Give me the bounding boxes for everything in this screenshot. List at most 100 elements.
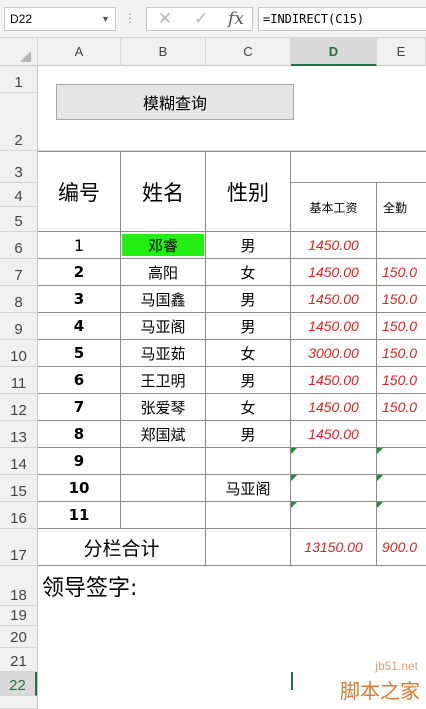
row-header-12[interactable]: 12	[0, 394, 37, 421]
row-header-2[interactable]: 2	[0, 93, 37, 151]
cell-base[interactable]: 1450.00	[291, 286, 377, 313]
name-box[interactable]: D22 ▼	[4, 7, 116, 31]
cell-attend[interactable]: 150.0	[377, 313, 426, 340]
cell-id[interactable]: 6	[38, 367, 121, 394]
insert-function-icon[interactable]: fx	[223, 8, 249, 30]
cell-gender[interactable]: 女	[206, 340, 291, 367]
cell-name[interactable]	[121, 502, 206, 529]
cell-attend[interactable]: 150.0	[377, 367, 426, 394]
cell-gender[interactable]: 女	[206, 259, 291, 286]
chevron-down-icon[interactable]: ▼	[101, 8, 110, 30]
row-header-18[interactable]: 18	[0, 566, 37, 606]
header-id[interactable]: 编号	[38, 151, 121, 232]
cell-gender[interactable]: 男	[206, 367, 291, 394]
subtotal-gender-cell[interactable]	[206, 529, 291, 566]
column-header-b[interactable]: B	[121, 38, 206, 66]
cell-name[interactable]: 张爱琴	[121, 394, 206, 421]
cell-id[interactable]: 11	[38, 502, 121, 529]
cell-name[interactable]: 邓睿	[121, 232, 206, 259]
worksheet-grid[interactable]: 模糊查询 编号 姓名 性别 基本工资 全勤 1 邓睿男 1450.00 2 高阳女 145…	[38, 66, 426, 709]
row-header-6[interactable]: 6	[0, 232, 37, 259]
row-header-13[interactable]: 13	[0, 421, 37, 448]
cell-id[interactable]: 1	[38, 232, 121, 259]
row-header-22[interactable]: 22	[0, 672, 37, 696]
row-header-16[interactable]: 16	[0, 502, 37, 529]
row-header-19[interactable]: 19	[0, 606, 37, 626]
cell-attend[interactable]	[377, 232, 426, 259]
header-base-salary[interactable]: 基本工资	[291, 183, 377, 232]
row-header-15[interactable]: 15	[0, 475, 37, 502]
cell-gender[interactable]	[206, 502, 291, 529]
column-header-e[interactable]: E	[377, 38, 426, 66]
cell-base[interactable]: 1450.00	[291, 313, 377, 340]
row-header-8[interactable]: 8	[0, 286, 37, 313]
cell-attend[interactable]	[377, 475, 426, 502]
column-header-c[interactable]: C	[206, 38, 291, 66]
enter-icon[interactable]: ✓	[189, 8, 213, 30]
row-header-20[interactable]: 20	[0, 626, 37, 648]
cell-base[interactable]: 1450.00	[291, 232, 377, 259]
column-header-a[interactable]: A	[38, 38, 121, 66]
cell-attend[interactable]	[377, 502, 426, 529]
cell-gender[interactable]: 女	[206, 394, 291, 421]
cell-attend[interactable]	[377, 448, 426, 475]
subtotal-base[interactable]: 13150.00	[291, 529, 377, 566]
cell-base[interactable]: 3000.00	[291, 340, 377, 367]
formula-input[interactable]: =INDIRECT(C15)	[258, 7, 426, 31]
cell-id[interactable]: 2	[38, 259, 121, 286]
cell-id[interactable]: 7	[38, 394, 121, 421]
cell-base[interactable]: 1450.00	[291, 367, 377, 394]
cell-name[interactable]: 高阳	[121, 259, 206, 286]
cell-attend[interactable]: 150.0	[377, 259, 426, 286]
row-header-7[interactable]: 7	[0, 259, 37, 286]
cell-name[interactable]: 王卫明	[121, 367, 206, 394]
row-header-3[interactable]: 3	[0, 151, 37, 183]
subtotal-attendance[interactable]: 900.0	[377, 529, 426, 566]
column-header-d[interactable]: D	[291, 38, 377, 66]
row-header-14[interactable]: 14	[0, 448, 37, 475]
cell-id[interactable]: 3	[38, 286, 121, 313]
cell-name[interactable]	[121, 448, 206, 475]
row-header-21[interactable]: 21	[0, 648, 37, 672]
cell-base[interactable]	[291, 448, 377, 475]
cell-name[interactable]: 郑国斌	[121, 421, 206, 448]
cell-base[interactable]	[291, 502, 377, 529]
cell-name[interactable]	[121, 475, 206, 502]
header-attendance[interactable]: 全勤	[377, 183, 426, 232]
header-name[interactable]: 姓名	[121, 151, 206, 232]
cell-base[interactable]: 1450.00	[291, 421, 377, 448]
row-header-11[interactable]: 11	[0, 367, 37, 394]
cell-id[interactable]: 9	[38, 448, 121, 475]
row-header-1[interactable]: 1	[0, 66, 37, 93]
select-all-corner[interactable]	[0, 38, 38, 66]
cell-base[interactable]	[291, 475, 377, 502]
header-gender[interactable]: 性别	[206, 151, 291, 232]
fuzzy-query-button[interactable]: 模糊查询	[56, 84, 294, 120]
cell-gender[interactable]: 男	[206, 421, 291, 448]
cancel-icon[interactable]: ✕	[153, 8, 177, 30]
cell-attend[interactable]: 150.0	[377, 340, 426, 367]
cell-attend[interactable]: 150.0	[377, 394, 426, 421]
cell-attend[interactable]: 150.0	[377, 286, 426, 313]
cell-id[interactable]: 4	[38, 313, 121, 340]
row-header-9[interactable]: 9	[0, 313, 37, 340]
cell-name[interactable]: 马亚阁	[121, 313, 206, 340]
row-header-10[interactable]: 10	[0, 340, 37, 367]
row-header-4[interactable]: 4	[0, 183, 37, 207]
cell-gender[interactable]: 男	[206, 232, 291, 259]
cell-name[interactable]: 马国鑫	[121, 286, 206, 313]
cell-base[interactable]: 1450.00	[291, 394, 377, 421]
row-header-17[interactable]: 17	[0, 529, 37, 566]
cell-gender[interactable]: 男	[206, 313, 291, 340]
header-salary-group[interactable]	[291, 151, 426, 183]
cell-gender[interactable]: 马亚阁	[206, 475, 291, 502]
cell-id[interactable]: 8	[38, 421, 121, 448]
cell-gender[interactable]	[206, 448, 291, 475]
cell-id[interactable]: 10	[38, 475, 121, 502]
cell-id[interactable]: 5	[38, 340, 121, 367]
cell-base[interactable]: 1450.00	[291, 259, 377, 286]
active-cell-indicator[interactable]	[291, 672, 295, 690]
cell-attend[interactable]	[377, 421, 426, 448]
row-header-5[interactable]: 5	[0, 207, 37, 232]
cell-name[interactable]: 马亚茹	[121, 340, 206, 367]
